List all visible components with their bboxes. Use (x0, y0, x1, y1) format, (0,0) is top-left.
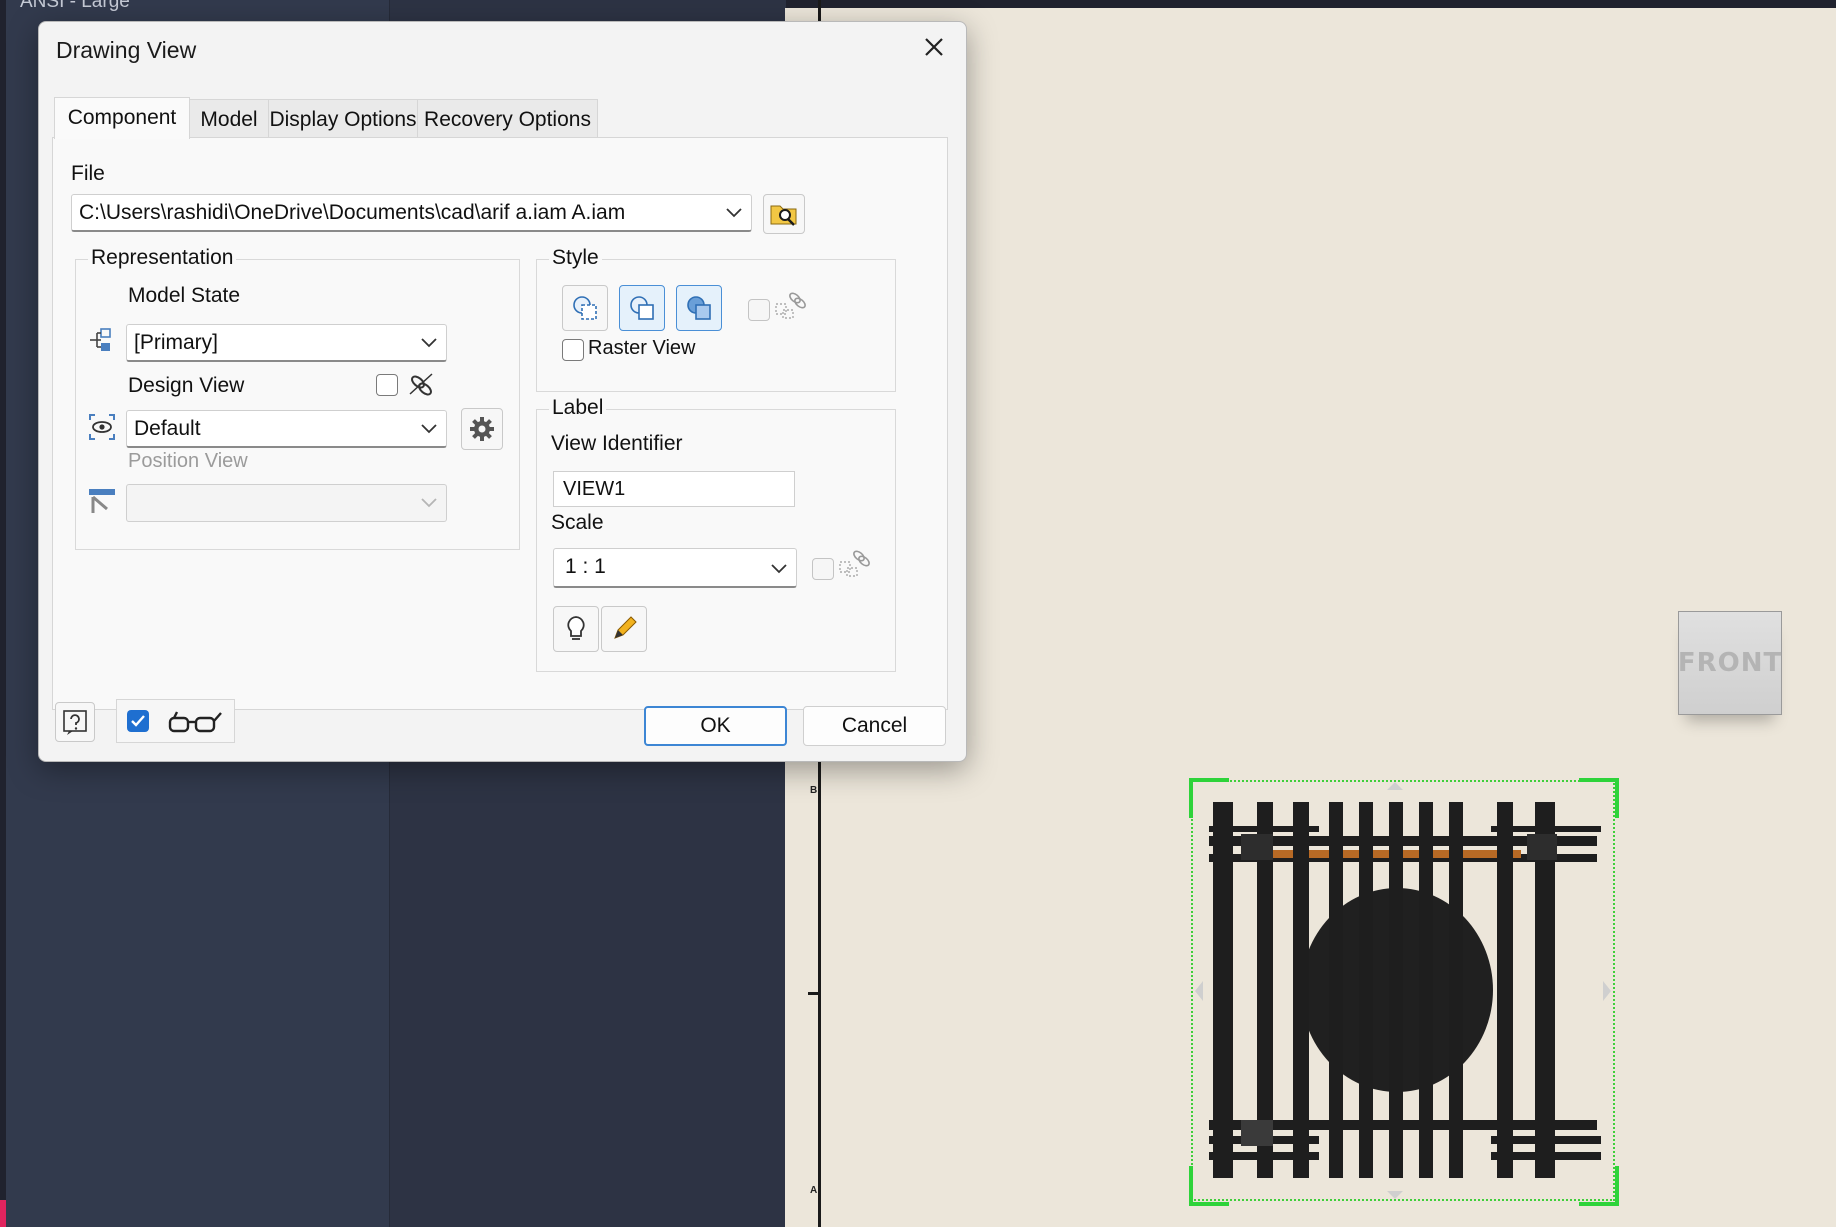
style-title: Style (549, 246, 602, 270)
viewcube-face-label: FRONT (1677, 648, 1783, 678)
design-view-icon (89, 414, 115, 440)
chevron-down-icon (421, 498, 437, 508)
lightbulb-icon (567, 616, 585, 640)
tab-display-options[interactable]: Display Options (268, 99, 418, 139)
tab-component[interactable]: Component (54, 97, 190, 139)
toggle-label-visibility-button[interactable] (553, 606, 599, 652)
glasses-icon (168, 711, 222, 733)
component-tab-panel: File C:\Users\rashidi\OneDrive\Documents… (52, 137, 948, 710)
model-state-combo[interactable]: [Primary] (126, 324, 447, 362)
style-from-base-icon (775, 292, 806, 319)
grip-left (1195, 981, 1203, 1001)
tab-model[interactable]: Model (189, 99, 269, 139)
close-icon[interactable] (919, 32, 949, 62)
checkmark-icon (131, 715, 145, 727)
help-button[interactable] (55, 702, 95, 742)
label-group: Label View Identifier VIEW1 Scale 1 : 1 (536, 396, 896, 672)
model-state-value: [Primary] (134, 331, 218, 354)
view-identifier-label: View Identifier (551, 432, 683, 455)
label-title: Label (549, 396, 607, 420)
edit-view-label-button[interactable] (601, 606, 647, 652)
bar (1389, 802, 1403, 1178)
position-view-combo (126, 484, 447, 522)
style-from-base-checkbox (748, 299, 770, 321)
design-view-associative-checkbox[interactable] (376, 374, 398, 396)
preview-checkbox[interactable] (127, 710, 149, 732)
model-state-icon (90, 328, 111, 351)
sheet-title: ANSI - Large (20, 0, 130, 12)
hidden-line-icon (573, 296, 597, 320)
bar (1449, 802, 1463, 1178)
hidden-line-button[interactable] (562, 285, 608, 331)
raster-view-checkbox[interactable] (562, 339, 584, 361)
style-group: Style Raster View (536, 246, 896, 392)
block (1527, 834, 1557, 860)
view-identifier-value: VIEW1 (563, 478, 626, 500)
raster-view-label: Raster View (588, 337, 696, 359)
bar (1419, 802, 1433, 1178)
dialog-title: Drawing View (56, 37, 197, 63)
block (1241, 1120, 1273, 1146)
viewcube[interactable]: FRONT (1678, 611, 1782, 715)
zone-letter-b: B (810, 785, 818, 796)
bar (1293, 802, 1309, 1178)
representation-title: Representation (88, 246, 237, 270)
scale-combo[interactable]: 1 : 1 (553, 548, 797, 588)
shaded-icon (687, 296, 711, 320)
drawing-view-dialog: Drawing View Component Model Display Opt… (38, 21, 967, 762)
chevron-down-icon (421, 424, 437, 434)
design-view-label: Design View (128, 374, 245, 397)
model-state-label: Model State (128, 284, 241, 307)
tab-recovery-options[interactable]: Recovery Options (417, 99, 598, 139)
file-combo[interactable]: C:\Users\rashidi\OneDrive\Documents\cad\… (71, 194, 752, 232)
chevron-down-icon (421, 338, 437, 348)
pencil-icon (614, 616, 637, 639)
scale-value: 1 : 1 (565, 555, 606, 578)
shaded-button[interactable] (676, 285, 722, 331)
chevron-down-icon (771, 564, 787, 574)
border-tick (808, 992, 818, 995)
grip-bottom (1387, 1191, 1403, 1199)
help-icon (63, 710, 87, 735)
position-view-label: Position View (128, 450, 248, 472)
block (1241, 834, 1273, 860)
ok-button[interactable]: OK (644, 706, 787, 746)
bar (1359, 802, 1373, 1178)
view-identifier-input[interactable]: VIEW1 (553, 471, 795, 507)
scale-from-base-icon (839, 550, 870, 577)
file-path-value: C:\Users\rashidi\OneDrive\Documents\cad\… (79, 201, 626, 224)
accent-strip (0, 1200, 6, 1227)
bar (1329, 802, 1343, 1178)
folder-search-icon (770, 205, 797, 226)
design-view-value: Default (134, 417, 201, 440)
hidden-line-removed-button[interactable] (619, 285, 665, 331)
cancel-button[interactable]: Cancel (803, 706, 946, 746)
scale-label: Scale (551, 511, 604, 534)
scale-from-base-checkbox (812, 558, 834, 580)
bar (1497, 802, 1513, 1178)
design-view-settings-button[interactable] (461, 408, 503, 450)
position-view-icon (89, 489, 115, 513)
design-view-combo[interactable]: Default (126, 410, 447, 448)
associative-link-icon (409, 373, 433, 396)
bar (1213, 802, 1233, 1178)
chevron-down-icon (726, 208, 742, 218)
grip-right (1603, 981, 1611, 1001)
representation-group: Representation Model State [Primary] Des… (75, 246, 520, 550)
zone-letter-a: A (810, 1185, 818, 1196)
gear-icon (470, 417, 494, 441)
file-label: File (71, 162, 105, 185)
browse-file-button[interactable] (763, 194, 805, 234)
hidden-line-removed-icon (630, 296, 654, 320)
grip-top (1387, 782, 1403, 790)
drawing-view-geometry (1195, 782, 1611, 1199)
